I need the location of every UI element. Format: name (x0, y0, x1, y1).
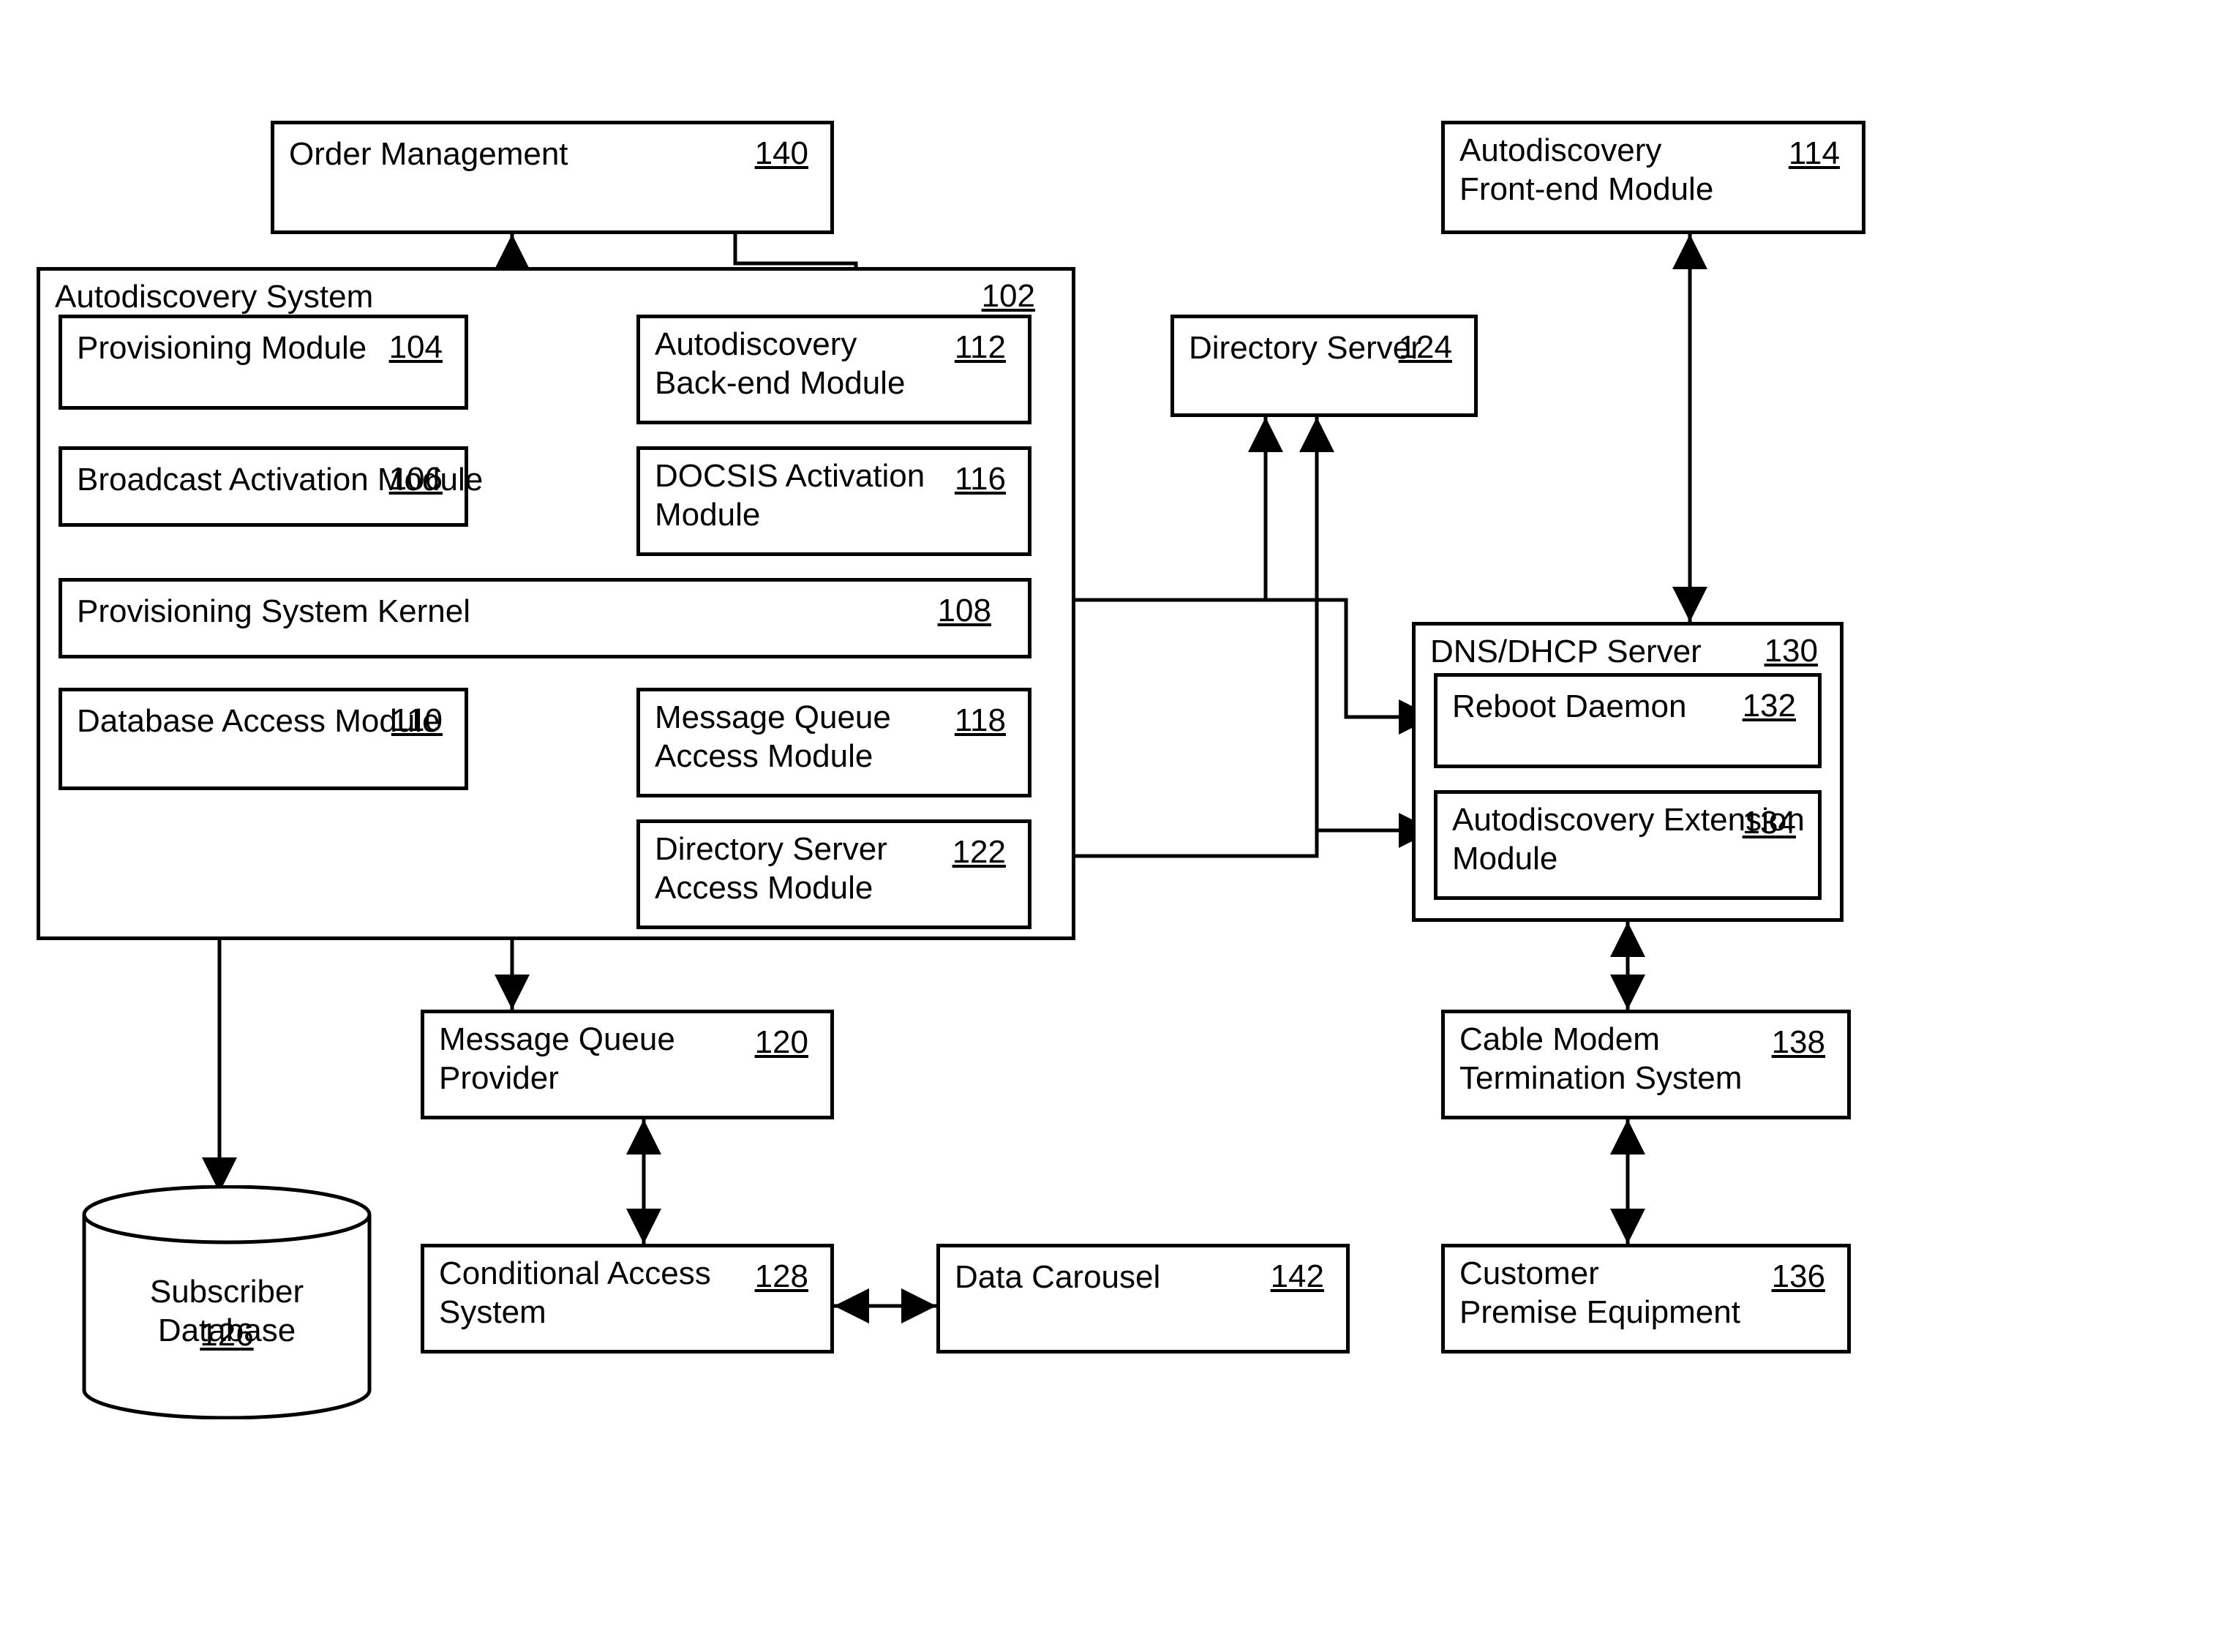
label-docsis: DOCSIS Activation Module (655, 457, 925, 535)
box-mq-access: Message Queue Access Module 118 (636, 688, 1031, 797)
ref-ds-access: 122 (952, 834, 1006, 871)
ref-ad-ext: 134 (1743, 805, 1796, 841)
ref-directory-server: 124 (1399, 329, 1452, 366)
diagram-canvas: Order Management 140 Autodiscovery Front… (0, 0, 2221, 1652)
box-db-access: Database Access Module 110 (59, 688, 468, 790)
label-db-access: Database Access Module (77, 702, 440, 741)
box-docsis: DOCSIS Activation Module 116 (636, 446, 1031, 556)
label-ad-system: Autodiscovery System (55, 278, 373, 317)
box-cpe: Customer Premise Equipment 136 (1441, 1244, 1851, 1353)
ref-dns-dhcp: 130 (1765, 633, 1818, 669)
label-dns-dhcp: DNS/DHCP Server (1430, 633, 1702, 672)
box-mq-provider: Message Queue Provider 120 (421, 1010, 834, 1119)
ref-order-management: 140 (755, 135, 808, 172)
box-ad-ext: Autodiscovery Extension Module 134 (1434, 790, 1822, 900)
label-cpe: Customer Premise Equipment (1459, 1255, 1740, 1332)
ref-reboot: 132 (1743, 688, 1796, 724)
ref-cmts: 138 (1772, 1024, 1825, 1061)
ref-carousel: 142 (1271, 1258, 1324, 1295)
ref-ad-backend: 112 (955, 329, 1006, 366)
ref-mq-access: 118 (955, 702, 1006, 739)
box-order-management: Order Management 140 (271, 121, 834, 234)
ref-docsis: 116 (955, 461, 1006, 498)
label-order-management: Order Management (289, 135, 568, 174)
ref-mq-provider: 120 (755, 1024, 808, 1061)
box-provisioning-module: Provisioning Module 104 (59, 315, 468, 410)
box-broadcast: Broadcast Activation Module 106 (59, 446, 468, 527)
box-ad-backend: Autodiscovery Back-end Module 112 (636, 315, 1031, 424)
ref-provisioning-module: 104 (389, 329, 443, 366)
ref-broadcast: 106 (389, 461, 443, 498)
label-carousel: Data Carousel (955, 1258, 1160, 1297)
cylinder-subscriber-db: Subscriber Database 126 (80, 1185, 373, 1419)
ref-psk: 108 (938, 593, 991, 629)
box-ds-access: Directory Server Access Module 122 (636, 819, 1031, 929)
box-cas: Conditional Access System 128 (421, 1244, 834, 1353)
label-ad-frontend: Autodiscovery Front-end Module (1459, 132, 1713, 209)
box-carousel: Data Carousel 142 (936, 1244, 1350, 1353)
box-psk: Provisioning System Kernel 108 (59, 578, 1031, 658)
label-directory-server: Directory Server (1189, 329, 1421, 368)
label-cmts: Cable Modem Termination System (1459, 1021, 1742, 1098)
label-mq-access: Message Queue Access Module (655, 699, 891, 776)
box-reboot: Reboot Daemon 132 (1434, 673, 1822, 768)
ref-cpe: 136 (1772, 1258, 1825, 1295)
ref-cas: 128 (755, 1258, 808, 1295)
box-directory-server: Directory Server 124 (1170, 315, 1478, 417)
label-cas: Conditional Access System (439, 1255, 711, 1332)
ref-db-access: 110 (391, 702, 443, 739)
label-provisioning-module: Provisioning Module (77, 329, 367, 368)
label-ds-access: Directory Server Access Module (655, 830, 887, 908)
ref-ad-frontend: 114 (1789, 135, 1840, 172)
ref-ad-system: 102 (982, 278, 1035, 315)
label-reboot: Reboot Daemon (1452, 688, 1686, 726)
label-mq-provider: Message Queue Provider (439, 1021, 675, 1098)
ref-sub-db: 126 (80, 1317, 373, 1353)
label-ad-backend: Autodiscovery Back-end Module (655, 326, 905, 403)
label-psk: Provisioning System Kernel (77, 593, 470, 631)
box-cmts: Cable Modem Termination System 138 (1441, 1010, 1851, 1119)
box-ad-frontend: Autodiscovery Front-end Module 114 (1441, 121, 1865, 234)
